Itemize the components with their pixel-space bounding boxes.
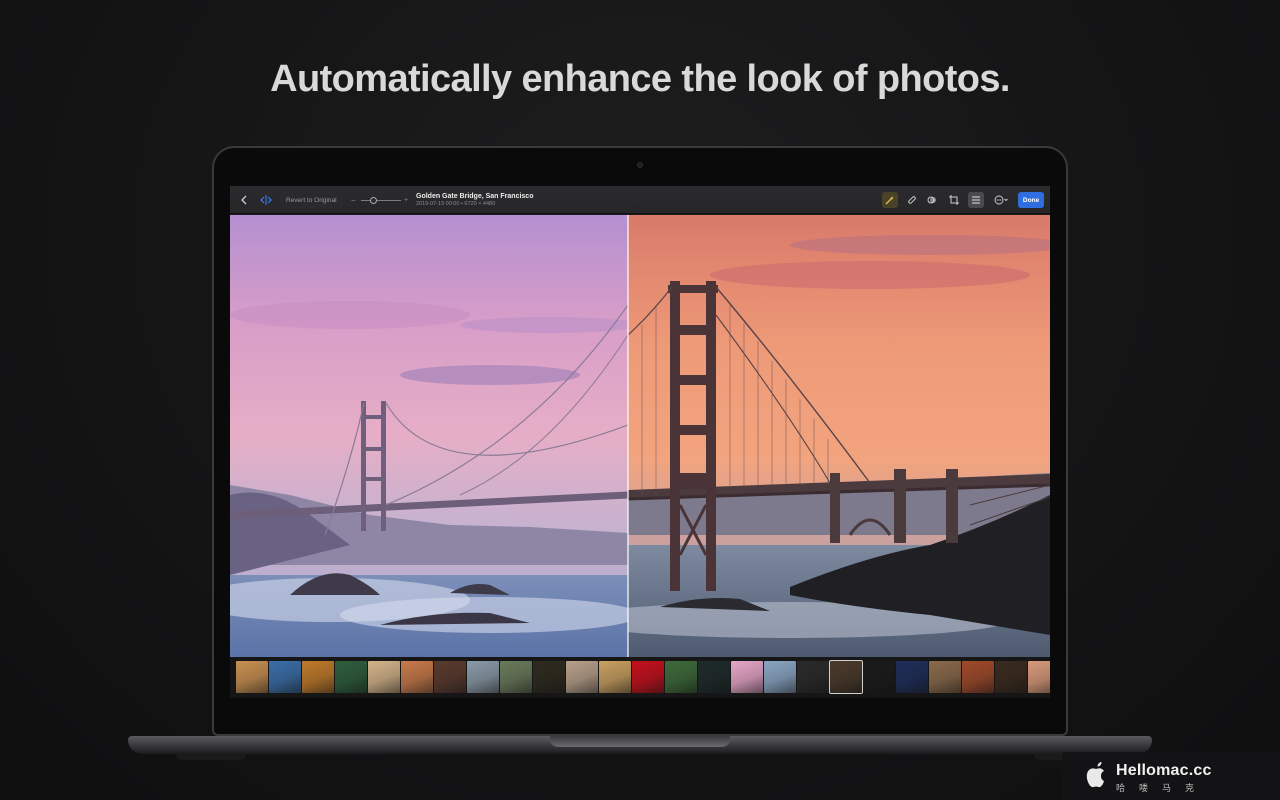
- slider-knob[interactable]: [370, 196, 377, 204]
- filmstrip-thumbnail[interactable]: [500, 661, 532, 693]
- camera: [637, 162, 643, 168]
- filmstrip-thumbnail[interactable]: [698, 661, 730, 693]
- zoom-out-label: −: [351, 195, 356, 205]
- bandage-icon: [908, 196, 916, 204]
- chevron-left-icon: [241, 195, 247, 205]
- filmstrip-thumbnail[interactable]: [731, 661, 763, 693]
- revert-to-original-button[interactable]: Revert to Original: [280, 192, 343, 208]
- filmstrip-thumbnail[interactable]: [533, 661, 565, 693]
- laptop-opening-notch: [550, 736, 730, 747]
- adjust-button[interactable]: [968, 192, 984, 208]
- headline: Automatically enhance the look of photos…: [270, 58, 1010, 100]
- bridge-photo: [230, 215, 1050, 657]
- magic-wand-icon: [885, 196, 894, 205]
- filmstrip-thumbnail[interactable]: [599, 661, 631, 693]
- zoom-in-label: +: [404, 196, 409, 204]
- photo-title: Golden Gate Bridge, San Francisco: [416, 193, 534, 200]
- photo-canvas[interactable]: [230, 215, 1050, 657]
- filmstrip-thumbnail[interactable]: [632, 661, 664, 693]
- crop-icon: [949, 195, 959, 205]
- filmstrip-thumbnail[interactable]: [863, 661, 895, 693]
- photo-subtitle: 2019-07-19 00:00 • 6720 × 4480: [416, 201, 496, 207]
- laptop-foot: [176, 754, 246, 760]
- filmstrip-thumbnail[interactable]: [302, 661, 334, 693]
- filmstrip-thumbnail[interactable]: [797, 661, 829, 693]
- filmstrip-thumbnail[interactable]: [269, 661, 301, 693]
- filters-button[interactable]: [924, 192, 940, 208]
- watermark-subtitle: 哈喽马克: [1116, 783, 1209, 793]
- filmstrip-thumbnail[interactable]: [962, 661, 994, 693]
- filmstrip-thumbnail[interactable]: [896, 661, 928, 693]
- filmstrip-thumbnail[interactable]: [665, 661, 697, 693]
- filmstrip-thumbnail[interactable]: [236, 661, 268, 693]
- auto-enhance-button[interactable]: [882, 192, 898, 208]
- compare-button[interactable]: [260, 186, 276, 214]
- photo-info: Golden Gate Bridge, San Francisco 2019-0…: [416, 186, 533, 214]
- filmstrip-thumbnail[interactable]: [368, 661, 400, 693]
- done-button[interactable]: Done: [1018, 192, 1044, 208]
- filmstrip-thumbnail[interactable]: [401, 661, 433, 693]
- filmstrip-thumbnail[interactable]: [995, 661, 1027, 693]
- filmstrip-thumbnail[interactable]: [929, 661, 961, 693]
- retouch-button[interactable]: [904, 192, 920, 208]
- filmstrip-thumbnail[interactable]: [566, 661, 598, 693]
- filmstrip-thumbnail[interactable]: [1028, 661, 1050, 693]
- toolbar: Revert to Original − + Golden Gate Bridg…: [230, 186, 1050, 214]
- filmstrip[interactable]: [230, 657, 1050, 698]
- apple-logo-icon: [1086, 762, 1104, 788]
- back-button[interactable]: [240, 186, 252, 214]
- filmstrip-thumbnail[interactable]: [335, 661, 367, 693]
- split-compare-icon: [260, 195, 272, 205]
- watermark-name: Hellomac.cc: [1116, 762, 1212, 779]
- crop-button[interactable]: [946, 192, 962, 208]
- watermark: Hellomac.cc 哈喽马克: [1062, 752, 1280, 800]
- filmstrip-thumbnail[interactable]: [467, 661, 499, 693]
- filmstrip-thumbnail[interactable]: [829, 660, 863, 694]
- zoom-slider[interactable]: [361, 186, 401, 214]
- more-icon: [994, 195, 1008, 205]
- filter-icon: [927, 196, 936, 204]
- more-options-button[interactable]: [990, 192, 1012, 208]
- photos-app-window: Revert to Original − + Golden Gate Bridg…: [230, 186, 1050, 698]
- adjust-list-icon: [972, 196, 980, 204]
- filmstrip-thumbnail[interactable]: [764, 661, 796, 693]
- filmstrip-thumbnail[interactable]: [434, 661, 466, 693]
